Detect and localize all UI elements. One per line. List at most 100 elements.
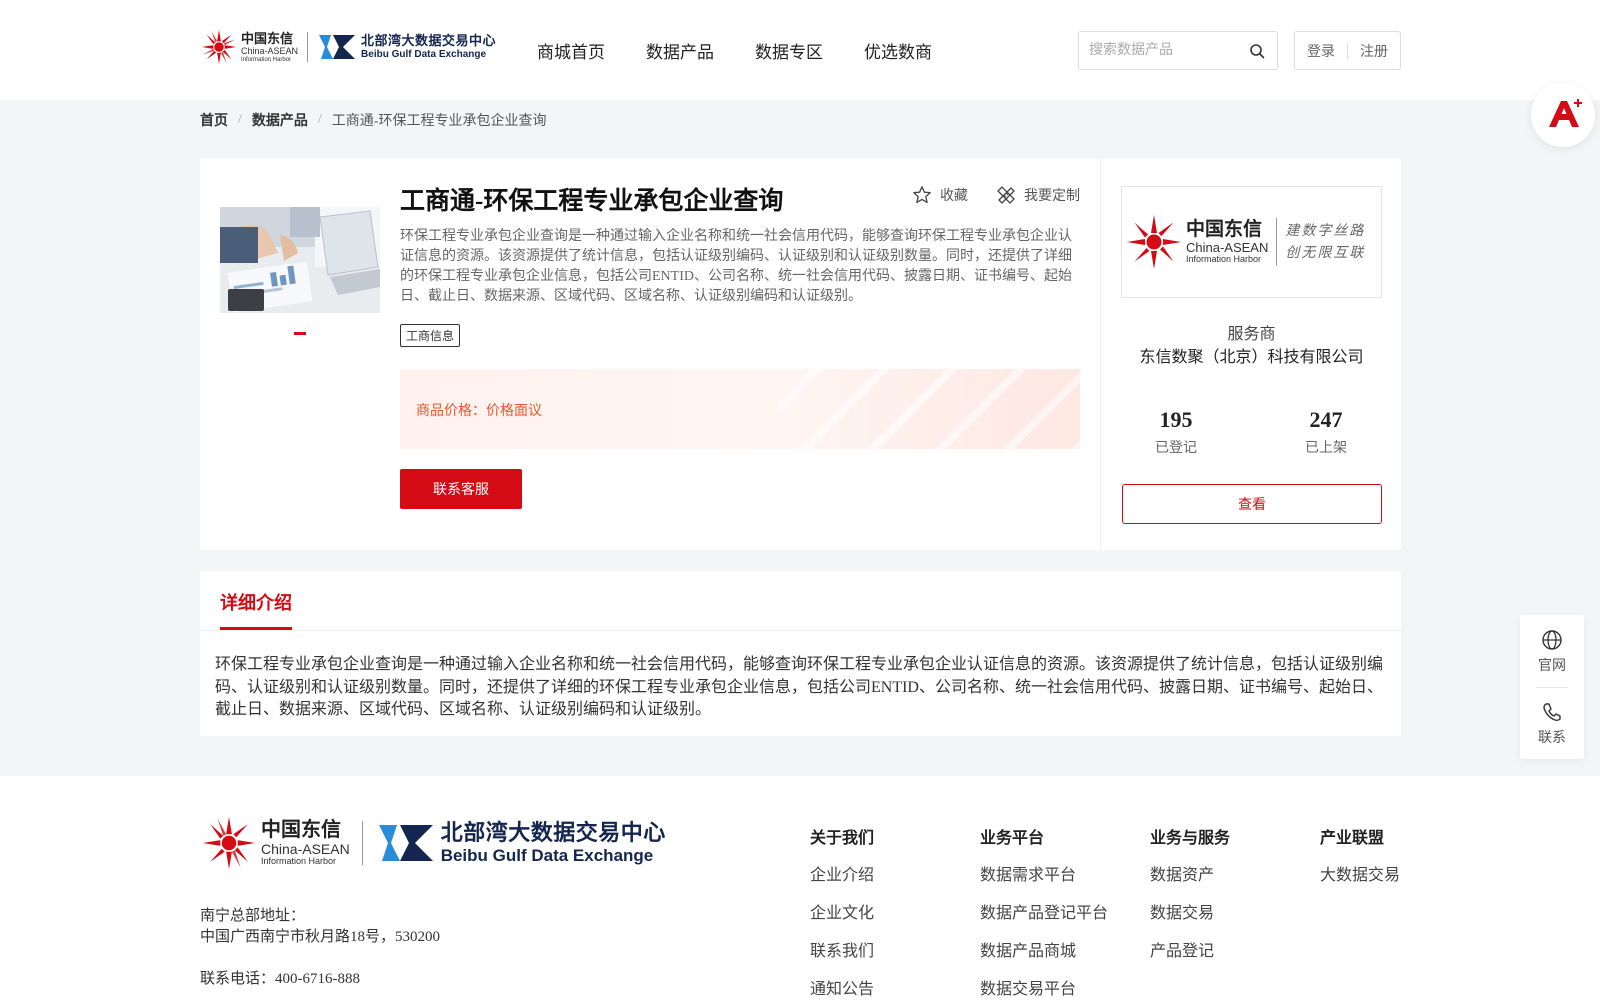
nav-item-data-zone[interactable]: 数据专区 — [755, 38, 823, 63]
product-image[interactable] — [220, 207, 380, 313]
customize-label: 我要定制 — [1024, 189, 1080, 204]
breadcrumb-current: 工商通-环保工程专业承包企业查询 — [331, 114, 547, 129]
breadcrumb-category[interactable]: 数据产品 — [252, 110, 308, 130]
favorite-button[interactable]: 收藏 — [912, 185, 968, 205]
beibu-gulf-logo: 北部湾大数据交易中心 Beibu Gulf Data Exchange — [317, 31, 496, 63]
supplier-logo-cn: 中国东信 — [1186, 219, 1263, 240]
website-label: 官网 — [1538, 659, 1566, 674]
site-footer: 中国东信 China-ASEAN Information Harbor 北部湾大… — [0, 776, 1600, 1000]
beibu-en-name: Beibu Gulf Data Exchange — [361, 49, 487, 60]
customize-button[interactable]: 我要定制 — [996, 185, 1080, 205]
auth-divider — [1347, 42, 1348, 59]
globe-icon — [1542, 630, 1562, 650]
footer-col-title: 产业联盟 — [1320, 830, 1385, 847]
footer-link[interactable]: 数据产品商城 — [980, 942, 1108, 962]
contact-service-button[interactable]: 联系客服 — [400, 469, 522, 509]
footer-link[interactable]: 联系我们 — [810, 942, 874, 962]
floating-sidebar: 官网 联系 — [1520, 615, 1584, 759]
supplier-role: 服务商 — [1227, 326, 1276, 343]
ai-assistant-button[interactable] — [1531, 83, 1595, 147]
footer-col-about: 关于我们 企业介绍 企业文化 联系我们 通知公告 — [810, 824, 874, 1000]
footer-link[interactable]: 数据交易 — [1150, 904, 1230, 924]
contact-label: 联系 — [1538, 731, 1566, 746]
footer-link[interactable]: 数据需求平台 — [980, 866, 1108, 886]
product-card: 工商通-环保工程专业承包企业查询 收藏 我要定制 环保工程专业承包企业查询是一种… — [200, 159, 1100, 550]
search-input[interactable] — [1079, 32, 1239, 69]
category-tag: 工商信息 — [400, 324, 461, 347]
tab-divider — [200, 630, 1401, 631]
footer-link[interactable]: 企业文化 — [810, 904, 874, 924]
ai-assistant-icon — [1549, 99, 1582, 127]
supplier-logo: 中国东信 China-ASEAN Information Harbor 建数字丝… — [1121, 186, 1382, 298]
footer-col-services: 业务与服务 数据资产 数据交易 产品登记 — [1150, 824, 1230, 962]
register-link[interactable]: 注册 — [1360, 41, 1388, 61]
footer-logo: 中国东信 China-ASEAN Information Harbor 北部湾大… — [200, 814, 666, 872]
detail-text: 环保工程专业承包企业查询是一种通过输入企业名称和统一社会信用代码，能够查询环保工… — [215, 656, 1384, 718]
supplier-logo-en: China-ASEAN — [1186, 240, 1269, 255]
nav-item-data-products[interactable]: 数据产品 — [646, 38, 714, 63]
footer-link[interactable]: 数据产品登记平台 — [980, 904, 1108, 924]
customize-icon — [997, 186, 1015, 204]
product-title: 工商通-环保工程专业承包企业查询 — [400, 188, 784, 215]
price-box: 商品价格：价格面议 — [400, 369, 1080, 449]
footer-link[interactable]: 数据交易平台 — [980, 980, 1108, 1000]
footer-col-alliance: 产业联盟 大数据交易 — [1320, 824, 1400, 886]
logo-divider — [307, 32, 309, 62]
footer-beibu-en: Beibu Gulf Data Exchange — [440, 846, 654, 865]
footer-link[interactable]: 产品登记 — [1150, 942, 1230, 962]
listed-count: 247 — [1309, 407, 1343, 432]
footer-address: 南宁总部地址： 中国广西南宁市秋月路18号，530200 — [200, 906, 440, 948]
price-row: 商品价格：价格面议 — [416, 400, 542, 420]
breadcrumb-home[interactable]: 首页 — [200, 110, 228, 130]
registered-label: 已登记 — [1155, 441, 1197, 456]
footer-beibu-cn: 北部湾大数据交易中心 — [440, 820, 666, 845]
listed-stat: 247 已上架 — [1276, 407, 1376, 457]
search-box — [1078, 31, 1278, 70]
breadcrumb-separator: / — [238, 112, 242, 127]
brand-cn-name: 中国东信 — [241, 30, 294, 46]
footer-link[interactable]: 大数据交易 — [1320, 866, 1400, 886]
footer-col-title: 业务与服务 — [1150, 830, 1231, 847]
supplier-name: 东信数聚（北京）科技有限公司 — [1139, 349, 1364, 366]
star-icon — [913, 186, 931, 204]
address-label: 南宁总部地址： — [200, 908, 306, 924]
beibu-gulf-emblem-icon — [319, 35, 356, 59]
price-box-decoration — [780, 369, 1080, 449]
footer-link[interactable]: 企业介绍 — [810, 866, 874, 886]
contact-button[interactable]: 联系 — [1520, 701, 1584, 747]
auth-box: 登录 注册 — [1294, 31, 1401, 70]
supplier-logo-sub: Information Harbor — [1186, 254, 1262, 264]
footer-link[interactable]: 通知公告 — [810, 980, 874, 1000]
nav-item-preferred-merchants[interactable]: 优选数商 — [864, 38, 932, 63]
listed-label: 已上架 — [1305, 441, 1347, 456]
china-asean-emblem-icon — [201, 29, 237, 65]
slogan-line-1: 建数字丝路 — [1285, 223, 1366, 239]
footer-brand-en: China-ASEAN — [261, 841, 350, 857]
supplier-card: 中国东信 China-ASEAN Information Harbor 建数字丝… — [1100, 159, 1401, 550]
site-logo[interactable]: 中国东信 China-ASEAN Information Harbor 北部湾大… — [200, 28, 496, 66]
login-link[interactable]: 登录 — [1307, 41, 1335, 61]
main-nav: 商城首页 数据产品 数据专区 优选数商 — [537, 38, 973, 63]
price-value: 价格面议 — [486, 404, 542, 419]
view-supplier-button[interactable]: 查看 — [1122, 484, 1382, 524]
slogan-line-2: 创无限互联 — [1285, 245, 1366, 261]
brand-en-sub: Information Harbor — [241, 56, 292, 63]
float-divider — [1536, 687, 1568, 688]
favorite-label: 收藏 — [940, 189, 968, 204]
carousel-indicator[interactable] — [294, 332, 306, 335]
address-value: 中国广西南宁市秋月路18号，530200 — [200, 929, 441, 945]
nav-item-home[interactable]: 商城首页 — [537, 38, 605, 63]
footer-brand-sub: Information Harbor — [261, 856, 337, 866]
site-header: 中国东信 China-ASEAN Information Harbor 北部湾大… — [0, 0, 1600, 100]
china-asean-emblem-icon — [202, 816, 256, 870]
tab-detail-intro[interactable]: 详细介绍 — [220, 589, 292, 615]
product-description: 环保工程专业承包企业查询是一种通过输入企业名称和统一社会信用代码，能够查询环保工… — [400, 229, 1072, 304]
footer-phone: 联系电话：400-6716-888 — [200, 971, 360, 987]
price-label: 商品价格： — [416, 404, 486, 419]
beibu-cn-name: 北部湾大数据交易中心 — [361, 33, 497, 48]
website-button[interactable]: 官网 — [1520, 629, 1584, 675]
china-asean-logo: 中国东信 China-ASEAN Information Harbor — [200, 28, 298, 66]
registered-stat: 195 已登记 — [1126, 407, 1226, 457]
footer-link[interactable]: 数据资产 — [1150, 866, 1230, 886]
search-icon[interactable] — [1249, 43, 1265, 59]
